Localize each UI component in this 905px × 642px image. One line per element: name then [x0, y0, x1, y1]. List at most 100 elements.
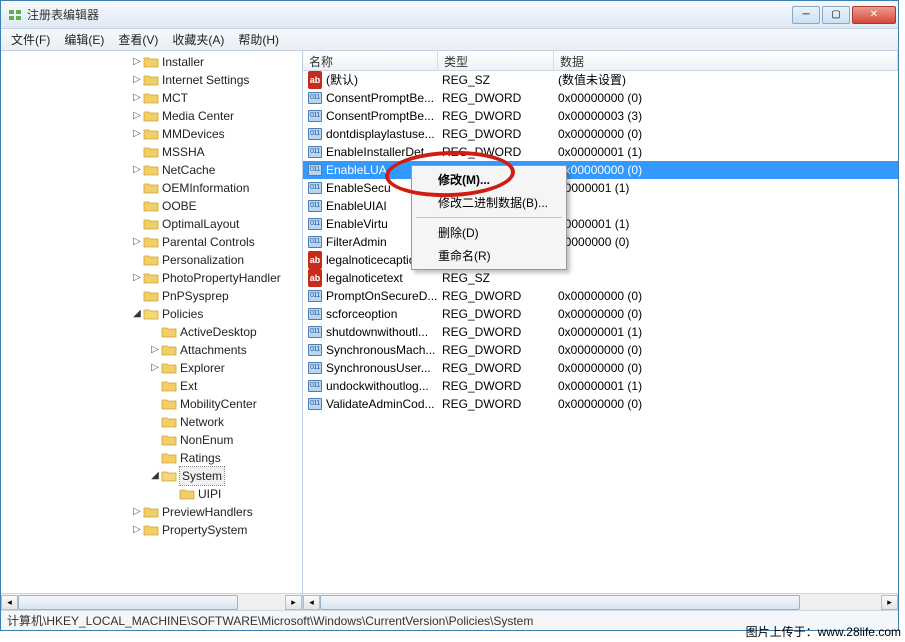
titlebar[interactable]: 注册表编辑器 ─ ▢ ✕: [1, 1, 898, 29]
tree-hscroll[interactable]: ◂ ▸: [1, 593, 302, 610]
tree-item[interactable]: ▷Media Center: [1, 107, 302, 125]
tree-item[interactable]: ▷Attachments: [1, 341, 302, 359]
expand-toggle-icon[interactable]: ▷: [131, 125, 143, 143]
expand-toggle-icon[interactable]: ▷: [131, 233, 143, 251]
tree-item[interactable]: OOBE: [1, 197, 302, 215]
tree-item[interactable]: ▷Internet Settings: [1, 71, 302, 89]
tree-item[interactable]: MSSHA: [1, 143, 302, 161]
value-row[interactable]: ConsentPromptBe...REG_DWORD0x00000003 (3…: [303, 107, 898, 125]
expand-toggle-icon[interactable]: [149, 431, 161, 449]
expand-toggle-icon[interactable]: [149, 395, 161, 413]
expand-toggle-icon[interactable]: ◢: [149, 467, 161, 485]
tree-item[interactable]: Network: [1, 413, 302, 431]
registry-tree[interactable]: ▷Installer▷Internet Settings▷MCT▷Media C…: [1, 51, 302, 593]
ctx-delete[interactable]: 删除(D): [414, 221, 564, 244]
tree-item[interactable]: ▷NetCache: [1, 161, 302, 179]
menu-file[interactable]: 文件(F): [5, 29, 56, 50]
expand-toggle-icon[interactable]: [167, 485, 179, 503]
expand-toggle-icon[interactable]: [149, 377, 161, 395]
scroll-right-button[interactable]: ▸: [881, 595, 898, 610]
value-row[interactable]: FilterAdmin00000000 (0): [303, 233, 898, 251]
expand-toggle-icon[interactable]: ▷: [131, 161, 143, 179]
value-row[interactable]: SynchronousMach...REG_DWORD0x00000000 (0…: [303, 341, 898, 359]
scroll-track[interactable]: [18, 595, 285, 610]
expand-toggle-icon[interactable]: ▷: [131, 89, 143, 107]
value-row[interactable]: PromptOnSecureD...REG_DWORD0x00000000 (0…: [303, 287, 898, 305]
menu-view[interactable]: 查看(V): [112, 29, 164, 50]
expand-toggle-icon[interactable]: [149, 323, 161, 341]
expand-toggle-icon[interactable]: [131, 143, 143, 161]
expand-toggle-icon[interactable]: [149, 449, 161, 467]
value-row[interactable]: shutdownwithoutl...REG_DWORD0x00000001 (…: [303, 323, 898, 341]
value-row[interactable]: ValidateAdminCod...REG_DWORD0x00000000 (…: [303, 395, 898, 413]
expand-toggle-icon[interactable]: ▷: [131, 521, 143, 539]
tree-item[interactable]: NonEnum: [1, 431, 302, 449]
tree-item[interactable]: ActiveDesktop: [1, 323, 302, 341]
tree-item[interactable]: Ratings: [1, 449, 302, 467]
value-row[interactable]: EnableSecu00000001 (1): [303, 179, 898, 197]
expand-toggle-icon[interactable]: [131, 197, 143, 215]
value-row[interactable]: EnableUIAI: [303, 197, 898, 215]
scroll-left-button[interactable]: ◂: [303, 595, 320, 610]
scroll-left-button[interactable]: ◂: [1, 595, 18, 610]
tree-item[interactable]: ▷Installer: [1, 53, 302, 71]
menu-help[interactable]: 帮助(H): [232, 29, 285, 50]
scroll-right-button[interactable]: ▸: [285, 595, 302, 610]
value-row[interactable]: EnableInstallerDet...REG_DWORD0x00000001…: [303, 143, 898, 161]
tree-item[interactable]: ◢Policies: [1, 305, 302, 323]
expand-toggle-icon[interactable]: ▷: [149, 341, 161, 359]
expand-toggle-icon[interactable]: ▷: [131, 53, 143, 71]
expand-toggle-icon[interactable]: ▷: [149, 359, 161, 377]
tree-item[interactable]: ▷Explorer: [1, 359, 302, 377]
tree-item[interactable]: UIPI: [1, 485, 302, 503]
expand-toggle-icon[interactable]: ▷: [131, 503, 143, 521]
expand-toggle-icon[interactable]: [131, 179, 143, 197]
tree-item[interactable]: ▷PropertySystem: [1, 521, 302, 539]
values-list[interactable]: ab(默认)REG_SZ(数值未设置) ConsentPromptBe...REG…: [303, 71, 898, 593]
tree-item[interactable]: OEMInformation: [1, 179, 302, 197]
scroll-track[interactable]: [320, 595, 881, 610]
value-row[interactable]: SynchronousUser...REG_DWORD0x00000000 (0…: [303, 359, 898, 377]
scroll-thumb[interactable]: [18, 595, 238, 610]
list-hscroll[interactable]: ◂ ▸: [303, 593, 898, 610]
menu-edit[interactable]: 编辑(E): [58, 29, 110, 50]
expand-toggle-icon[interactable]: [149, 413, 161, 431]
ctx-modify-binary[interactable]: 修改二进制数据(B)...: [414, 191, 564, 214]
value-row[interactable]: ablegalnoticetextREG_SZ: [303, 269, 898, 287]
ctx-modify[interactable]: 修改(M)...: [414, 168, 564, 191]
scroll-thumb[interactable]: [320, 595, 800, 610]
col-name[interactable]: 名称: [303, 51, 438, 70]
maximize-button[interactable]: ▢: [822, 6, 850, 24]
minimize-button[interactable]: ─: [792, 6, 820, 24]
tree-item[interactable]: ▷PreviewHandlers: [1, 503, 302, 521]
value-row[interactable]: EnableLUAREG_DWORD0x00000000 (0): [303, 161, 898, 179]
value-row[interactable]: scforceoptionREG_DWORD0x00000000 (0): [303, 305, 898, 323]
col-data[interactable]: 数据: [554, 51, 898, 70]
tree-item[interactable]: ◢System: [1, 467, 302, 485]
expand-toggle-icon[interactable]: [131, 287, 143, 305]
tree-item[interactable]: MobilityCenter: [1, 395, 302, 413]
menu-favorites[interactable]: 收藏夹(A): [166, 29, 230, 50]
tree-item[interactable]: PnPSysprep: [1, 287, 302, 305]
expand-toggle-icon[interactable]: ▷: [131, 269, 143, 287]
expand-toggle-icon[interactable]: ▷: [131, 71, 143, 89]
tree-item[interactable]: Personalization: [1, 251, 302, 269]
value-row[interactable]: undockwithoutlog...REG_DWORD0x00000001 (…: [303, 377, 898, 395]
expand-toggle-icon[interactable]: ▷: [131, 107, 143, 125]
tree-item[interactable]: Ext: [1, 377, 302, 395]
value-row[interactable]: ab(默认)REG_SZ(数值未设置): [303, 71, 898, 89]
value-row[interactable]: dontdisplaylastuse...REG_DWORD0x00000000…: [303, 125, 898, 143]
expand-toggle-icon[interactable]: [131, 251, 143, 269]
tree-item[interactable]: ▷MMDevices: [1, 125, 302, 143]
value-row[interactable]: EnableVirtu00000001 (1): [303, 215, 898, 233]
close-button[interactable]: ✕: [852, 6, 896, 24]
tree-item[interactable]: OptimalLayout: [1, 215, 302, 233]
tree-item[interactable]: ▷MCT: [1, 89, 302, 107]
expand-toggle-icon[interactable]: [131, 215, 143, 233]
expand-toggle-icon[interactable]: ◢: [131, 305, 143, 323]
col-type[interactable]: 类型: [438, 51, 554, 70]
tree-item[interactable]: ▷PhotoPropertyHandler: [1, 269, 302, 287]
tree-item[interactable]: ▷Parental Controls: [1, 233, 302, 251]
ctx-rename[interactable]: 重命名(R): [414, 244, 564, 267]
value-row[interactable]: ablegalnoticecaptionREG_SZ: [303, 251, 898, 269]
